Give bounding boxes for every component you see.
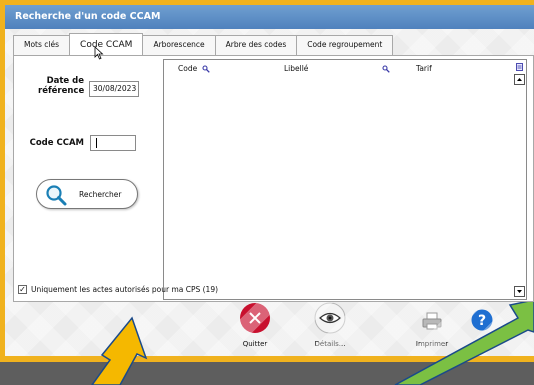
code-ccam-label: Code CCAM — [29, 138, 84, 148]
code-ccam-panel: Date de référence 30/08/2023 Code CCAM R… — [13, 55, 534, 302]
date-label: Date de référence — [38, 76, 85, 96]
tab-code-ccam[interactable]: Code CCAM — [69, 33, 144, 55]
tab-arborescence[interactable]: Arborescence — [142, 35, 216, 55]
mouse-cursor-icon — [94, 46, 104, 60]
filter-icon[interactable] — [516, 63, 523, 71]
tab-arbre-des-codes[interactable]: Arbre des codes — [214, 35, 298, 55]
results-grid[interactable]: Code Libellé Tarif — [163, 59, 527, 300]
column-search-icon[interactable] — [202, 65, 210, 73]
scroll-down-icon — [517, 290, 522, 293]
scroll-up-button[interactable] — [514, 74, 525, 85]
search-button-label: Rechercher — [79, 190, 122, 199]
cps-filter-checkbox[interactable]: ✓ — [18, 284, 27, 294]
search-icon — [46, 185, 67, 206]
tab-code-regroupement[interactable]: Code regroupement — [296, 35, 394, 55]
column-header-tarif[interactable]: Tarif — [416, 64, 432, 73]
tab-bar: Mots clés Code CCAM Arborescence Arbre d… — [13, 33, 394, 55]
column-header-code[interactable]: Code — [178, 64, 197, 73]
date-reference-field[interactable]: 30/08/2023 — [89, 81, 139, 97]
cps-filter-row[interactable]: ✓ Uniquement les actes autorisés pour ma… — [18, 283, 218, 295]
column-search-icon[interactable] — [382, 65, 390, 73]
column-header-libelle[interactable]: Libellé — [284, 64, 308, 73]
tab-mots-cles[interactable]: Mots clés — [13, 35, 71, 55]
search-button[interactable]: Rechercher — [36, 179, 138, 209]
scroll-up-icon — [517, 78, 522, 81]
scroll-down-button[interactable] — [514, 286, 525, 297]
text-caret — [96, 138, 97, 148]
cps-filter-label: Uniquement les actes autorisés pour ma C… — [31, 284, 219, 294]
code-ccam-input[interactable] — [90, 135, 136, 151]
